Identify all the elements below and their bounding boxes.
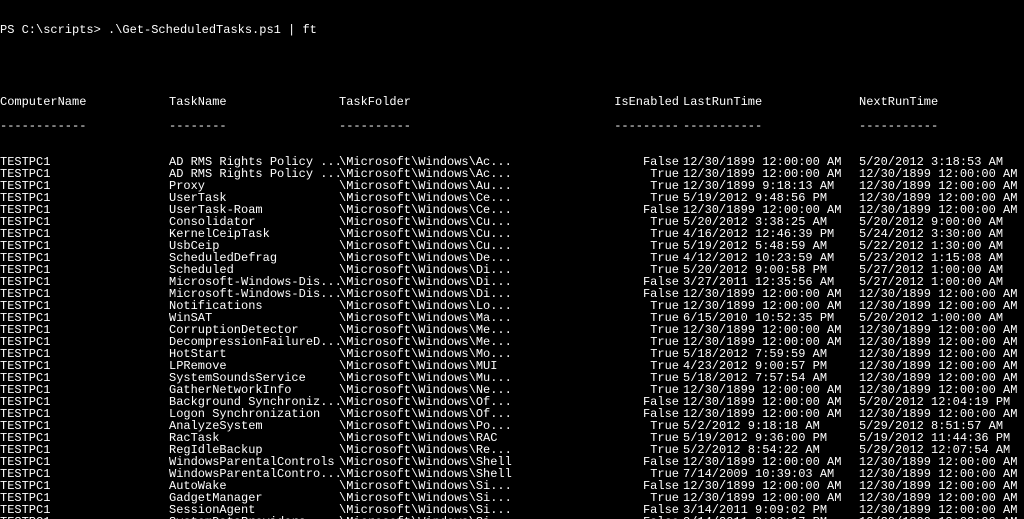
hdr-lastruntime: LastRunTime (679, 96, 845, 108)
hdr-taskfolder: TaskFolder (339, 96, 614, 108)
table-header-sep: ----------------------------------------… (0, 120, 1020, 132)
terminal-output: PS C:\scripts> .\Get-ScheduledTasks.ps1 … (0, 0, 1024, 519)
hdr-isenabled: IsEnabled (614, 96, 679, 108)
hdr-taskname: TaskName (169, 96, 339, 108)
table-header: ComputerNameTaskNameTaskFolderIsEnabledL… (0, 96, 1020, 108)
table-body: TESTPC1AD RMS Rights Policy ...\Microsof… (0, 156, 1020, 519)
hdr-nextruntime: NextRunTime (845, 96, 1021, 108)
hdr-computername: ComputerName (0, 96, 169, 108)
command-line: PS C:\scripts> .\Get-ScheduledTasks.ps1 … (0, 24, 1020, 36)
